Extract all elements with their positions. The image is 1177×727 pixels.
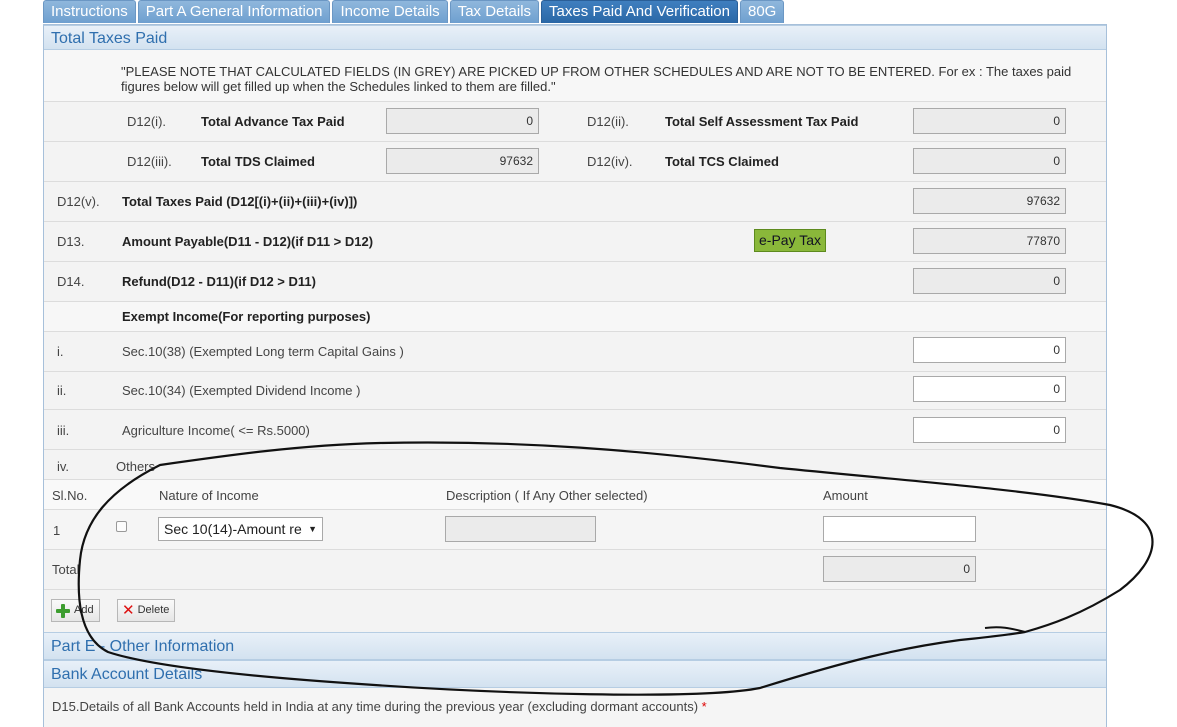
total-self-assessment-tax-field[interactable]: 0: [913, 108, 1066, 134]
d12iii-label: Total TDS Claimed: [201, 154, 315, 169]
row-select-checkbox[interactable]: [116, 521, 127, 532]
total-tds-claimed-field[interactable]: 97632: [386, 148, 539, 174]
tab-bar: Instructions Part A General Information …: [43, 0, 786, 24]
tab-instructions[interactable]: Instructions: [43, 0, 136, 23]
d15-label: D15.Details of all Bank Accounts held in…: [52, 699, 699, 714]
col-nature-of-income: Nature of Income: [159, 488, 259, 503]
total-row: Total 0: [44, 550, 1106, 590]
exempt-income-heading-row: Exempt Income(For reporting purposes): [44, 302, 1106, 332]
delete-button[interactable]: ✕ Delete: [117, 599, 176, 622]
d12ii-code: D12(ii).: [587, 114, 629, 129]
d12i-label: Total Advance Tax Paid: [201, 114, 345, 129]
d12iv-code: D12(iv).: [587, 154, 633, 169]
agriculture-income-input[interactable]: 0: [913, 417, 1066, 443]
d15-text: D15.Details of all Bank Accounts held in…: [52, 699, 707, 714]
tab-tax-details[interactable]: Tax Details: [449, 0, 540, 23]
d13-row: D13. Amount Payable(D11 - D12)(if D11 > …: [44, 222, 1106, 262]
exempt-i-code: i.: [57, 344, 64, 359]
tab-taxes-paid-and-verification[interactable]: Taxes Paid And Verification: [541, 0, 738, 23]
d12ii-label: Total Self Assessment Tax Paid: [665, 114, 859, 129]
exempt-iii-label: Agriculture Income( <= Rs.5000): [122, 423, 310, 438]
description-field[interactable]: [445, 516, 596, 542]
add-button[interactable]: Add: [51, 599, 100, 622]
refund-field[interactable]: 0: [913, 268, 1066, 294]
exempt-iii-code: iii.: [57, 423, 70, 438]
calculated-fields-note: "PLEASE NOTE THAT CALCULATED FIELDS (IN …: [121, 64, 1072, 94]
others-label: Others: [116, 459, 156, 474]
total-advance-tax-paid-field[interactable]: 0: [386, 108, 539, 134]
table-row: 1 Sec 10(14)-Amount re ▼: [44, 510, 1106, 550]
chevron-down-icon: ▼: [308, 524, 317, 534]
d12iv-label: Total TCS Claimed: [665, 154, 779, 169]
d12v-code: D12(v).: [57, 194, 100, 209]
note-row: "PLEASE NOTE THAT CALCULATED FIELDS (IN …: [44, 50, 1106, 102]
total-taxes-paid-header[interactable]: Total Taxes Paid: [44, 25, 1106, 50]
others-table-header: Sl.No. Nature of Income Description ( If…: [44, 480, 1106, 510]
col-slno: Sl.No.: [52, 488, 88, 503]
total-label: Total: [52, 562, 80, 577]
delete-button-label: Delete: [137, 604, 170, 616]
exempt-item-row: ii. Sec.10(34) (Exempted Dividend Income…: [44, 372, 1106, 410]
d12v-label: Total Taxes Paid (D12[(i)+(ii)+(iii)+(iv…: [122, 194, 358, 209]
tab-income-details[interactable]: Income Details: [332, 0, 448, 23]
exempt-item-row: iii. Agriculture Income( <= Rs.5000) 0: [44, 410, 1106, 450]
d14-code: D14.: [57, 274, 85, 289]
d12-i-ii-row: D12(i). Total Advance Tax Paid 0 D12(ii)…: [44, 102, 1106, 142]
add-button-label: Add: [74, 604, 94, 616]
tab-part-a-general-information[interactable]: Part A General Information: [137, 0, 331, 23]
sec-10-34-input[interactable]: 0: [913, 376, 1066, 402]
others-code: iv.: [57, 459, 70, 474]
total-amount-field[interactable]: 0: [823, 556, 976, 582]
exempt-income-heading: Exempt Income(For reporting purposes): [122, 309, 371, 324]
row-slno: 1: [53, 523, 61, 538]
delete-x-icon: ✕: [122, 602, 135, 619]
col-amount: Amount: [823, 488, 868, 503]
col-description: Description ( If Any Other selected): [446, 488, 648, 503]
d12-v-row: D12(v). Total Taxes Paid (D12[(i)+(ii)+(…: [44, 182, 1106, 222]
required-mark: *: [701, 699, 707, 714]
e-pay-tax-button[interactable]: e-Pay Tax: [754, 229, 826, 252]
d12i-code: D12(i).: [127, 114, 167, 129]
d14-row: D14. Refund(D12 - D11)(if D12 > D11) 0: [44, 262, 1106, 302]
total-taxes-paid-field[interactable]: 97632: [913, 188, 1066, 214]
d13-code: D13.: [57, 234, 85, 249]
bank-account-details-header[interactable]: Bank Account Details: [44, 660, 1106, 688]
exempt-item-row: i. Sec.10(38) (Exempted Long term Capita…: [44, 332, 1106, 372]
d13-label: Amount Payable(D11 - D12)(if D11 > D12): [122, 234, 374, 249]
d12-iii-iv-row: D12(iii). Total TDS Claimed 97632 D12(iv…: [44, 142, 1106, 182]
exempt-ii-label: Sec.10(34) (Exempted Dividend Income ): [122, 383, 361, 398]
tab-80g[interactable]: 80G: [740, 0, 785, 23]
others-row: iv. Others: [44, 450, 1106, 480]
d14-label: Refund(D12 - D11)(if D12 > D11): [122, 274, 316, 289]
exempt-ii-code: ii.: [57, 383, 67, 398]
total-tcs-claimed-field[interactable]: 0: [913, 148, 1066, 174]
plus-icon: [56, 603, 70, 618]
amount-payable-field[interactable]: 77870: [913, 228, 1066, 254]
nature-of-income-select[interactable]: Sec 10(14)-Amount re ▼: [158, 517, 323, 541]
amount-input[interactable]: [823, 516, 976, 542]
exempt-i-label: Sec.10(38) (Exempted Long term Capital G…: [122, 344, 404, 359]
add-delete-row: Add ✕ Delete: [44, 590, 1106, 632]
d12iii-code: D12(iii).: [127, 154, 172, 169]
d15-row: D15.Details of all Bank Accounts held in…: [44, 688, 1106, 727]
part-e-header[interactable]: Part E - Other Information: [44, 632, 1106, 660]
nature-of-income-value: Sec 10(14)-Amount re: [164, 521, 302, 537]
sec-10-38-input[interactable]: 0: [913, 337, 1066, 363]
